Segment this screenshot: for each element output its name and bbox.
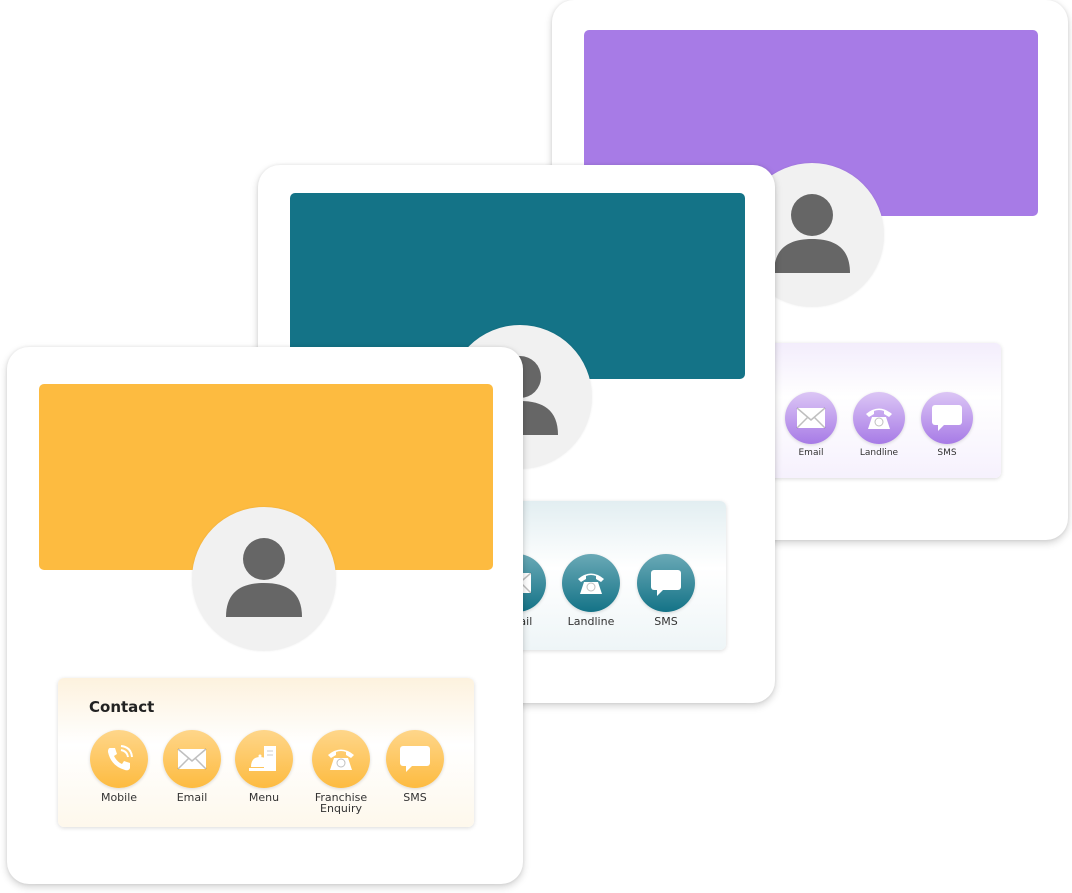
telephone-icon xyxy=(562,554,620,612)
envelope-icon xyxy=(163,730,221,788)
telephone-icon xyxy=(312,730,370,788)
contact-item-sms[interactable]: SMS xyxy=(907,392,987,459)
envelope-icon xyxy=(785,392,837,444)
person-icon xyxy=(226,538,302,617)
profile-card-yellow: Contact Mobile Email Menu Franchise Enqu… xyxy=(7,347,523,884)
avatar xyxy=(192,507,336,651)
chat-bubble-icon xyxy=(921,392,973,444)
contact-item-franchise-enquiry[interactable]: Franchise Enquiry xyxy=(301,730,381,814)
contact-title: Contact xyxy=(89,698,155,716)
mobile-call-icon xyxy=(90,730,148,788)
person-icon xyxy=(774,194,850,273)
telephone-icon xyxy=(853,392,905,444)
contact-item-sms[interactable]: SMS xyxy=(375,730,455,803)
contact-panel: Contact Mobile Email Menu Franchise Enqu… xyxy=(58,678,474,827)
contact-item-email[interactable]: Email xyxy=(152,730,232,803)
contact-item-menu[interactable]: Menu xyxy=(224,730,304,803)
menu-cloche-icon xyxy=(235,730,293,788)
contact-item-mobile[interactable]: Mobile xyxy=(79,730,159,803)
contact-item-sms[interactable]: SMS xyxy=(626,554,706,627)
chat-bubble-icon xyxy=(637,554,695,612)
contact-item-landline[interactable]: Landline xyxy=(551,554,631,627)
chat-bubble-icon xyxy=(386,730,444,788)
